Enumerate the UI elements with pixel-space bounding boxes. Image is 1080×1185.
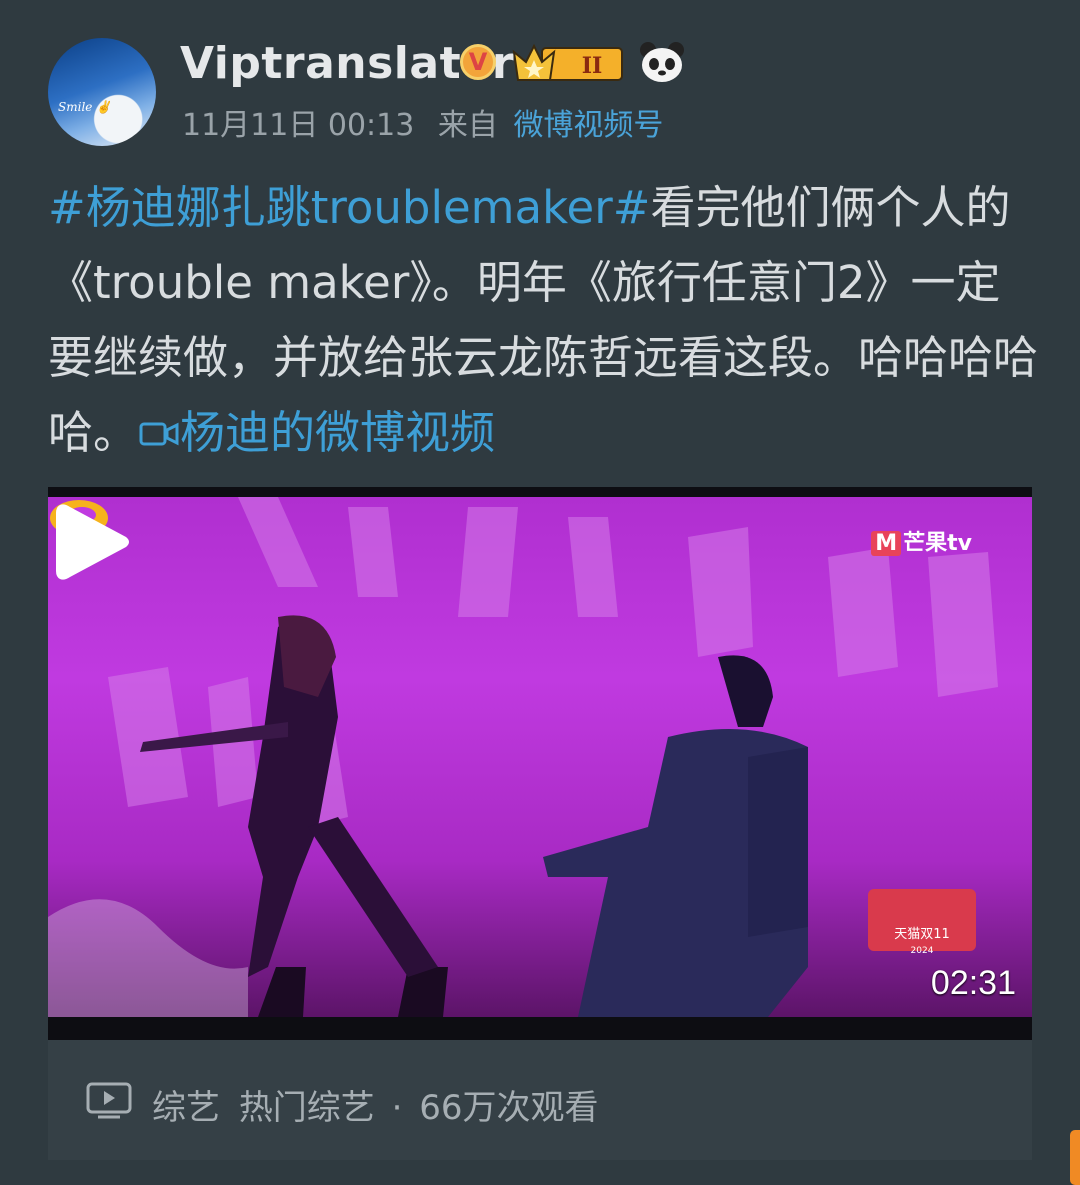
view-count: 66万次观看 xyxy=(419,1088,599,1128)
video-category: 综艺 xyxy=(152,1088,220,1128)
avatar-signature: Smile ✌ xyxy=(58,100,112,114)
video-player[interactable]: M 芒果tv 天猫双11 2024 02:31 xyxy=(48,487,1032,1040)
video-thumbnail: M 芒果tv 天猫双11 2024 02:31 xyxy=(48,497,1032,1017)
tmall-badge-year: 2024 xyxy=(910,946,934,956)
mango-logo-text: 芒果tv xyxy=(903,531,972,556)
panda-icon xyxy=(640,42,684,82)
video-camera-icon xyxy=(139,422,179,446)
hashtag-link[interactable]: #杨迪娜扎跳troublemaker# xyxy=(48,181,650,234)
source-link[interactable]: 微博视频号 xyxy=(513,108,663,143)
video-link-label: 杨迪的微博视频 xyxy=(180,406,496,459)
mango-tv-logo: M 芒果tv xyxy=(871,525,972,557)
verified-badge-icon: V xyxy=(460,44,496,80)
tv-icon xyxy=(86,1082,132,1119)
video-info-bar[interactable]: 综艺 热门综艺 · 66万次观看 xyxy=(48,1040,1032,1160)
avatar[interactable]: Smile ✌ xyxy=(48,38,156,146)
level-badge-icon: II xyxy=(512,43,623,81)
timestamp: 11月11日 00:13 xyxy=(182,108,415,143)
tmall-badge-text: 天猫双11 xyxy=(894,927,950,942)
video-tag: 热门综艺 xyxy=(238,1088,375,1128)
source-prefix: 来自 xyxy=(437,108,498,143)
video-duration: 02:31 xyxy=(930,964,1016,1002)
scroll-handle[interactable] xyxy=(1070,1130,1080,1185)
play-icon[interactable] xyxy=(48,497,138,587)
video-info-text: 综艺 热门综艺 · 66万次观看 xyxy=(152,1080,599,1129)
mango-logo-mark: M xyxy=(871,531,902,556)
level-badge-text: II xyxy=(582,53,603,79)
tmall-badge: 天猫双11 2024 xyxy=(868,889,976,956)
post-meta: 11月11日 00:13 来自 微博视频号 xyxy=(182,100,663,144)
post-text: #杨迪娜扎跳troublemaker#看完他们俩个人的《trouble make… xyxy=(48,170,1038,470)
video-link[interactable]: 杨迪的微博视频 xyxy=(138,406,495,459)
info-separator: · xyxy=(391,1088,403,1128)
